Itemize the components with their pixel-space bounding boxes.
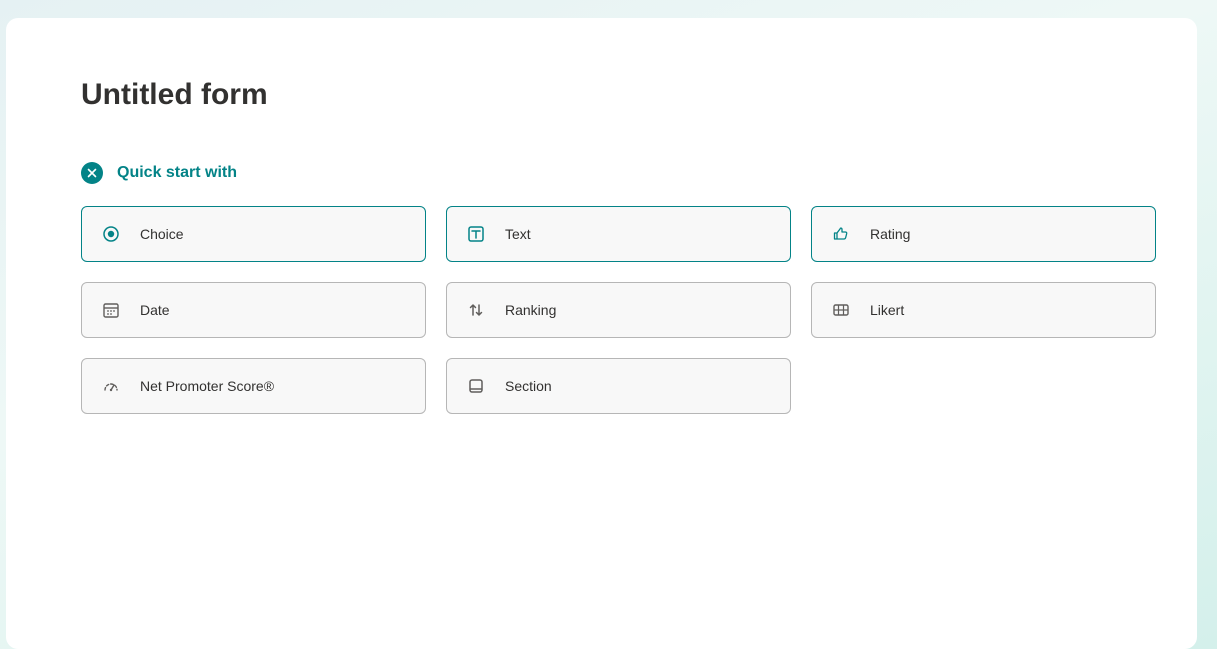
option-nps[interactable]: Net Promoter Score® xyxy=(81,358,426,414)
option-label: Ranking xyxy=(505,302,556,318)
quick-start-row: Quick start with xyxy=(81,162,1127,184)
quick-start-label: Quick start with xyxy=(117,164,237,182)
text-icon xyxy=(467,225,485,243)
form-card: Untitled form Quick start with Choice Te… xyxy=(6,18,1197,649)
option-choice[interactable]: Choice xyxy=(81,206,426,262)
option-label: Choice xyxy=(140,226,184,242)
form-title[interactable]: Untitled form xyxy=(81,78,1127,112)
option-section[interactable]: Section xyxy=(446,358,791,414)
option-label: Text xyxy=(505,226,531,242)
option-ranking[interactable]: Ranking xyxy=(446,282,791,338)
option-label: Date xyxy=(140,302,170,318)
question-type-grid: Choice Text Rating Date Ranking xyxy=(81,206,1127,414)
close-quick-start-button[interactable] xyxy=(81,162,103,184)
option-label: Section xyxy=(505,378,552,394)
grid-icon xyxy=(832,301,850,319)
option-likert[interactable]: Likert xyxy=(811,282,1156,338)
thumb-icon xyxy=(832,225,850,243)
updown-icon xyxy=(467,301,485,319)
calendar-icon xyxy=(102,301,120,319)
option-label: Likert xyxy=(870,302,904,318)
option-label: Rating xyxy=(870,226,910,242)
close-icon xyxy=(87,168,97,178)
option-rating[interactable]: Rating xyxy=(811,206,1156,262)
gauge-icon xyxy=(102,377,120,395)
radio-icon xyxy=(102,225,120,243)
option-label: Net Promoter Score® xyxy=(140,378,274,394)
option-text[interactable]: Text xyxy=(446,206,791,262)
section-icon xyxy=(467,377,485,395)
option-date[interactable]: Date xyxy=(81,282,426,338)
